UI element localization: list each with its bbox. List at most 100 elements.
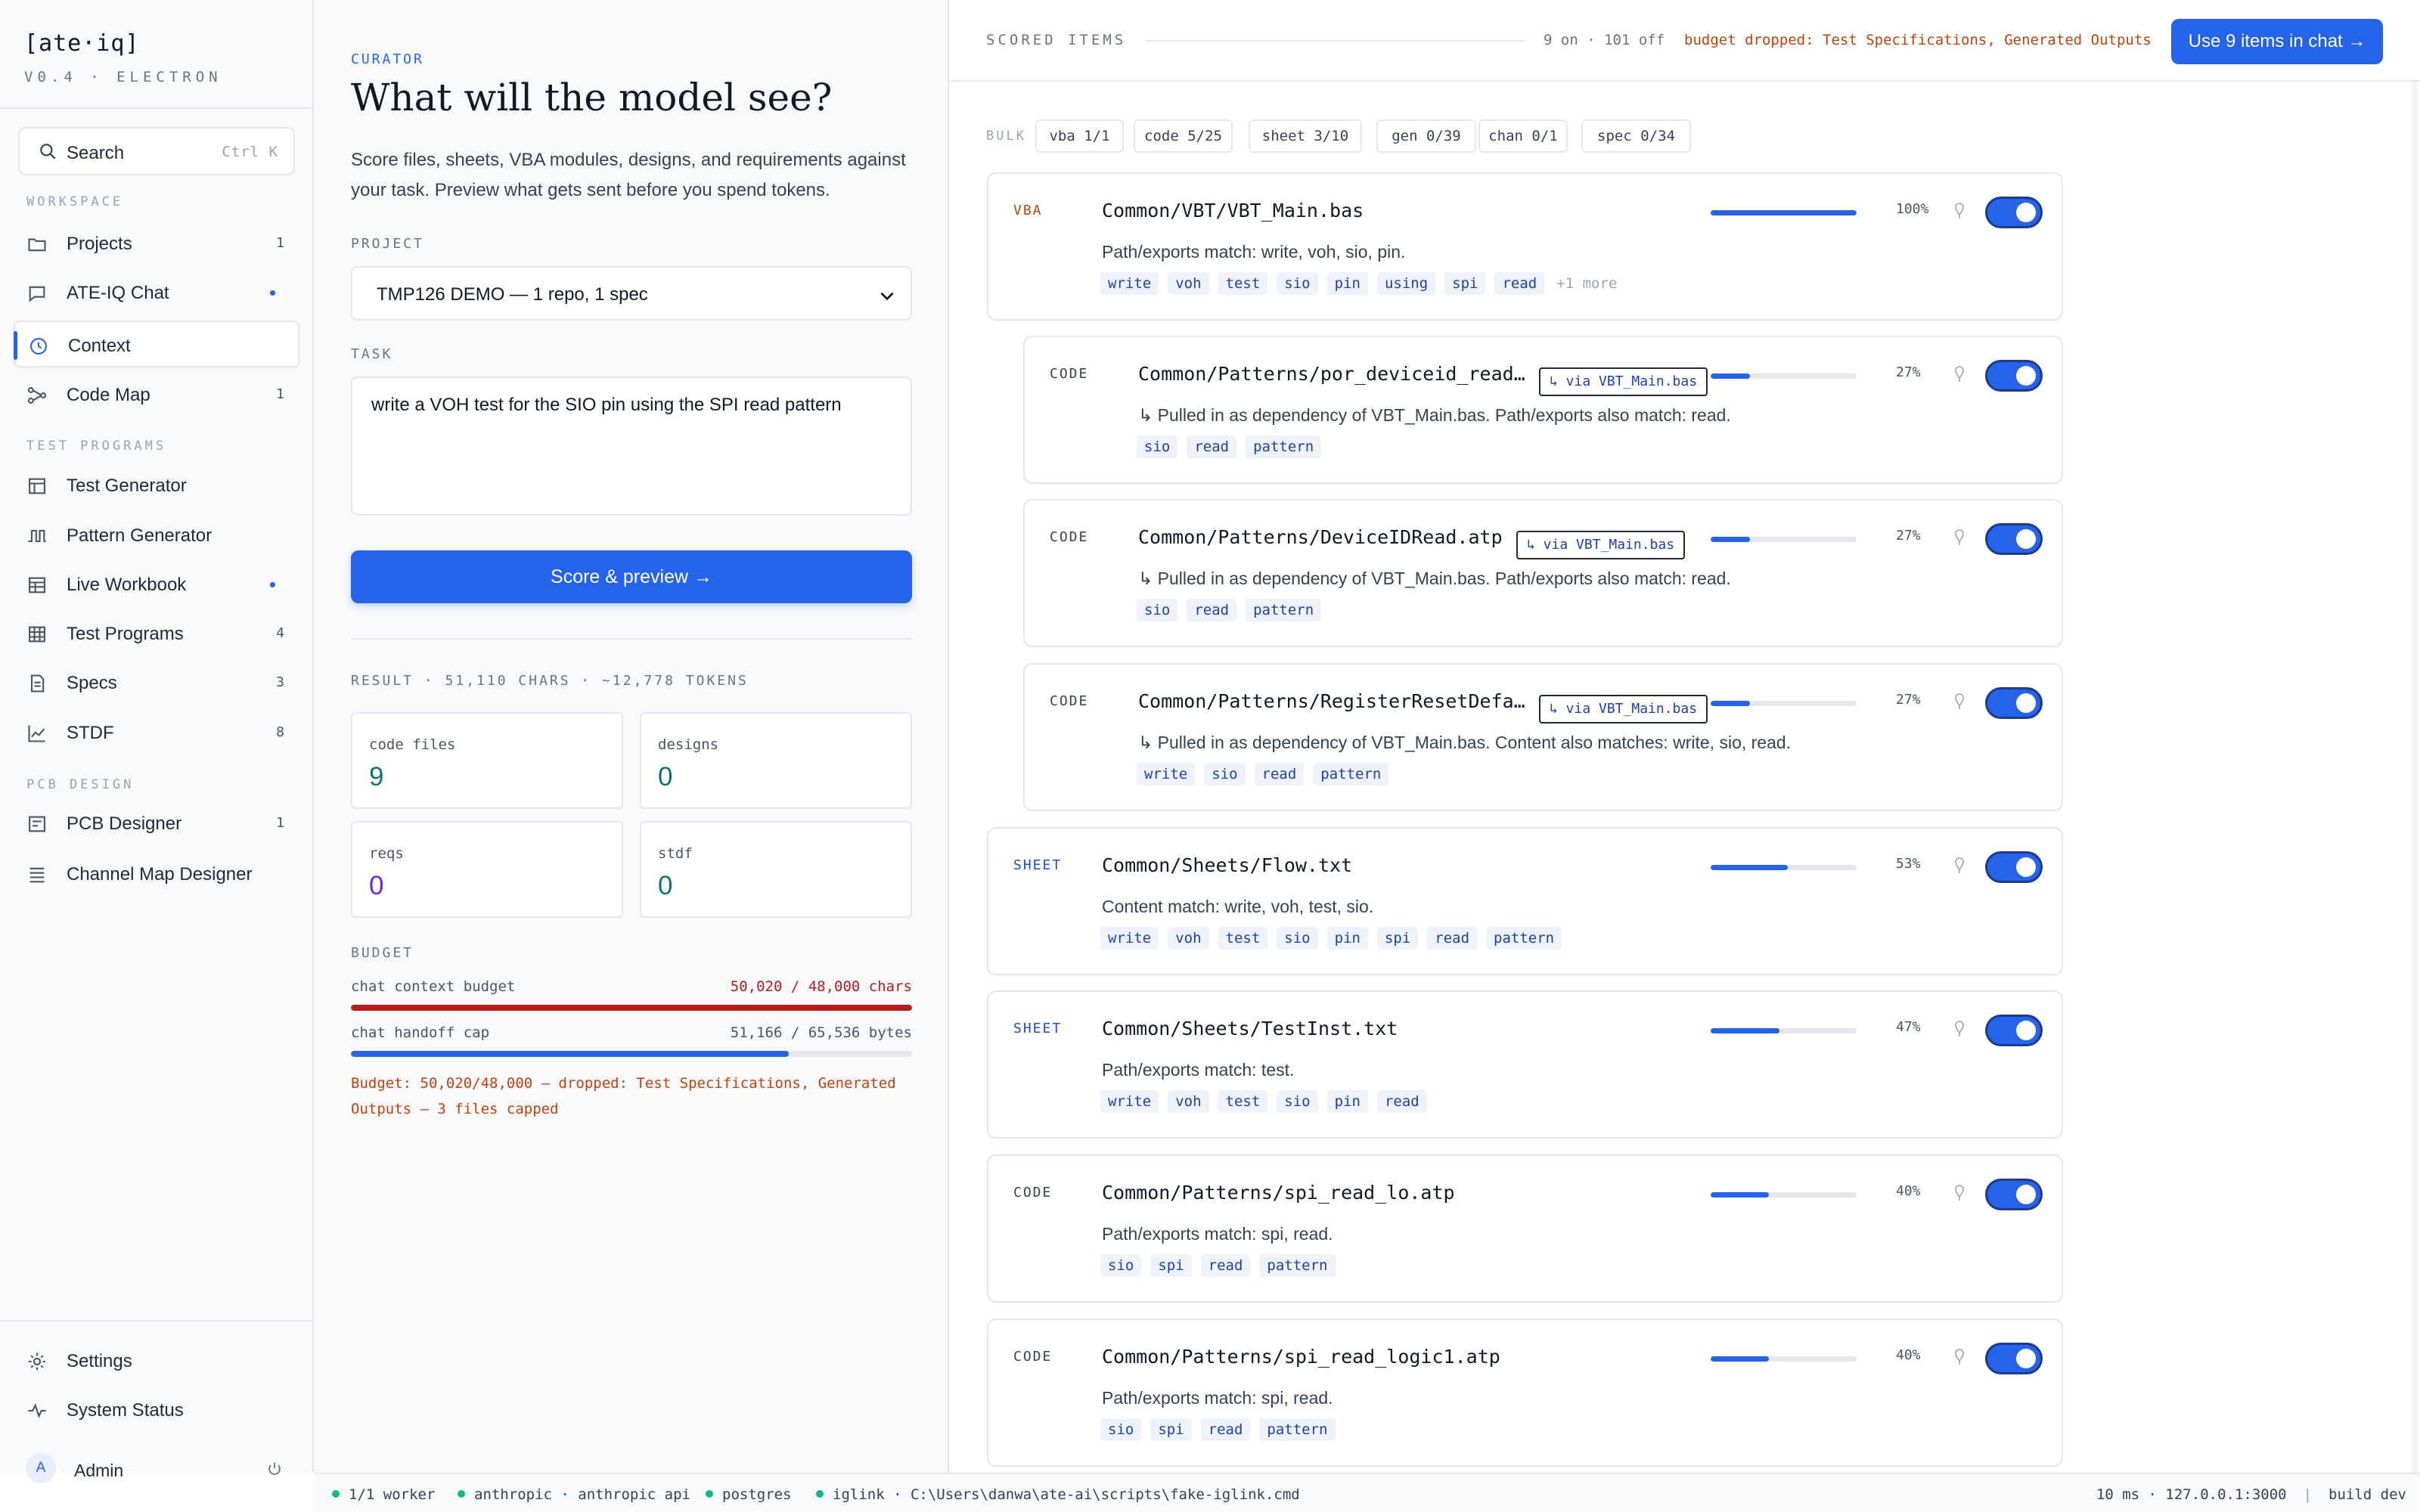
item-path[interactable]: Common/Patterns/DeviceIDRead.atp [1138, 526, 1503, 548]
include-toggle[interactable] [1985, 360, 2043, 392]
power-icon[interactable] [266, 1461, 283, 1477]
budget-bar-handoff [351, 1051, 912, 1057]
use-items-button[interactable]: Use 9 items in chat → [2171, 19, 2383, 64]
scored-item-card[interactable]: CODE Common/Patterns/spi_read_logic1.atp 4… [987, 1318, 2063, 1467]
status-dot [270, 290, 275, 296]
include-toggle[interactable] [1985, 687, 2043, 719]
include-toggle[interactable] [1985, 1179, 2043, 1210]
sidebar-item-test-generator[interactable]: Test Generator [14, 462, 299, 509]
sidebar-item-projects[interactable]: Projects 1 [14, 220, 299, 267]
keyword-chip: pin [1326, 927, 1368, 950]
avatar[interactable]: A [26, 1453, 56, 1483]
keyword-chip: write [1137, 763, 1196, 785]
scored-item-card[interactable]: VBA Common/VBT/VBT_Main.bas 100% Path/expor… [987, 172, 2063, 321]
item-path[interactable]: Common/Sheets/TestInst.txt [1102, 1018, 1398, 1040]
search-input[interactable]: Search Ctrl K [18, 127, 295, 175]
scored-item-card[interactable]: CODE Common/Patterns/por_deviceid_read… ↳ … [1023, 336, 2063, 484]
divider [351, 638, 912, 640]
scored-item-card[interactable]: SHEET Common/Sheets/Flow.txt 53% Content ma… [987, 827, 2063, 975]
project-select[interactable]: TMP126 DEMO — 1 repo, 1 spec [351, 266, 912, 321]
sidebar-item-context[interactable]: Context [14, 321, 299, 367]
sidebar-item-system-status[interactable]: System Status [14, 1387, 299, 1433]
stat-code-files: code files 9 [351, 712, 623, 809]
include-toggle[interactable] [1985, 523, 2043, 555]
sidebar-item-stdf[interactable]: STDF 8 [14, 709, 299, 756]
bulk-chip-sheet[interactable]: sheet 3/10 [1249, 119, 1362, 153]
sidebar-item-channel-map-designer[interactable]: Channel Map Designer [14, 850, 299, 897]
include-toggle[interactable] [1985, 1015, 2043, 1046]
sidebar-item-specs[interactable]: Specs 3 [14, 659, 299, 706]
item-type-badge: VBA [1013, 203, 1043, 218]
item-path[interactable]: Common/Sheets/Flow.txt [1102, 854, 1352, 876]
match-reason: Path/exports match: test. [1102, 1060, 1295, 1080]
brand: [ate·iq] V0.4 · ELECTRON [0, 0, 312, 109]
pin-icon[interactable] [1952, 856, 1967, 875]
score-percent: 27% [1896, 364, 1921, 380]
item-path[interactable]: Common/Patterns/por_deviceid_read… [1138, 363, 1525, 385]
scored-item-card[interactable]: CODE Common/Patterns/RegisterResetDefa… ↳ … [1023, 663, 2063, 811]
scored-item-card[interactable]: CODE Common/Patterns/spi_read_lo.atp 40% Pa… [987, 1154, 2063, 1303]
dependency-badge: ↳ via VBT_Main.bas [1516, 531, 1686, 559]
sidebar-item-settings[interactable]: Settings [14, 1337, 299, 1384]
bulk-chip-vba[interactable]: vba 1/1 [1035, 119, 1124, 153]
item-type-badge: CODE [1013, 1185, 1053, 1201]
sidebar-item-test-programs[interactable]: Test Programs 4 [14, 610, 299, 657]
scored-item-card[interactable]: CODE Common/Patterns/DeviceIDRead.atp ↳ vi… [1023, 499, 2063, 647]
task-input[interactable]: write a VOH test for the SIO pin using t… [351, 376, 912, 516]
keyword-chips: write voh test sio pin using spi read +1 more [1100, 272, 1617, 295]
admin-name: Admin [74, 1461, 124, 1480]
sidebar-item-live-workbook[interactable]: Live Workbook [14, 561, 299, 608]
scrollbar[interactable] [2409, 82, 2420, 1473]
bulk-chip-code[interactable]: code 5/25 [1134, 119, 1233, 153]
keyword-chip: sio [1137, 435, 1178, 458]
sidebar-item-code-map[interactable]: Code Map 1 [14, 371, 299, 418]
keyword-chip: test [1218, 272, 1268, 295]
score-bar-fill [1711, 701, 1751, 706]
item-path[interactable]: Common/Patterns/spi_read_logic1.atp [1102, 1346, 1500, 1368]
separator: | [2303, 1486, 2313, 1503]
item-path[interactable]: Common/Patterns/RegisterResetDefa… [1138, 690, 1525, 712]
include-toggle[interactable] [1985, 851, 2043, 883]
pin-icon[interactable] [1952, 1183, 1967, 1203]
pin-icon[interactable] [1952, 1347, 1967, 1367]
dependency-badge: ↳ via VBT_Main.bas [1539, 367, 1708, 396]
include-toggle[interactable] [1985, 197, 2043, 228]
sidebar-item-pcb-designer[interactable]: PCB Designer 1 [14, 800, 299, 847]
section-title-test-programs: TEST PROGRAMS [26, 438, 167, 454]
pin-icon[interactable] [1952, 201, 1967, 221]
item-type-badge: CODE [1050, 693, 1089, 709]
project-select-value: TMP126 DEMO — 1 repo, 1 spec [377, 284, 648, 305]
bulk-chip-spec[interactable]: spec 0/34 [1581, 119, 1691, 153]
item-type-badge: CODE [1050, 366, 1089, 382]
sidebar-item-label: ATE-IQ Chat [67, 283, 169, 303]
more-keywords[interactable]: +1 more [1553, 272, 1617, 295]
keyword-chip: pin [1326, 1090, 1368, 1113]
pin-icon[interactable] [1952, 1019, 1967, 1039]
keyword-chip: sio [1277, 927, 1318, 950]
status-dot [270, 582, 275, 587]
score-bar-fill [1711, 210, 1857, 215]
bulk-chip-gen[interactable]: gen 0/39 [1376, 119, 1476, 153]
item-path[interactable]: Common/VBT/VBT_Main.bas [1102, 200, 1364, 222]
status-database: postgres [706, 1486, 792, 1503]
sidebar-item-count: 3 [276, 674, 284, 690]
keyword-chip: sio [1277, 1090, 1318, 1113]
score-preview-button[interactable]: Score & preview → [351, 550, 912, 603]
sidebar-item-pattern-generator[interactable]: Pattern Generator [14, 512, 299, 559]
sidebar-item-count: 1 [276, 815, 284, 831]
board-icon [29, 816, 45, 832]
curator-panel: CURATOR What will the model see? Score f… [314, 0, 949, 1473]
pin-icon[interactable] [1952, 528, 1967, 547]
keyword-chip: spi [1444, 272, 1486, 295]
sidebar-item-ate-iq-chat[interactable]: ATE-IQ Chat [14, 269, 299, 316]
bulk-chip-chan[interactable]: chan 0/1 [1478, 119, 1568, 153]
curator-description: Score files, sheets, VBA modules, design… [351, 150, 906, 200]
status-iglink: iglink · C:\Users\danwa\ate-ai\scripts\f… [816, 1486, 1300, 1503]
include-toggle[interactable] [1985, 1343, 2043, 1374]
item-path[interactable]: Common/Patterns/spi_read_lo.atp [1102, 1182, 1455, 1204]
gear-icon [28, 1352, 46, 1371]
status-bar: 1/1 worker anthropic · anthropic api pos… [314, 1473, 2420, 1512]
pin-icon[interactable] [1952, 692, 1967, 711]
pin-icon[interactable] [1952, 364, 1967, 384]
scored-item-card[interactable]: SHEET Common/Sheets/TestInst.txt 47% Path/e… [987, 990, 2063, 1139]
